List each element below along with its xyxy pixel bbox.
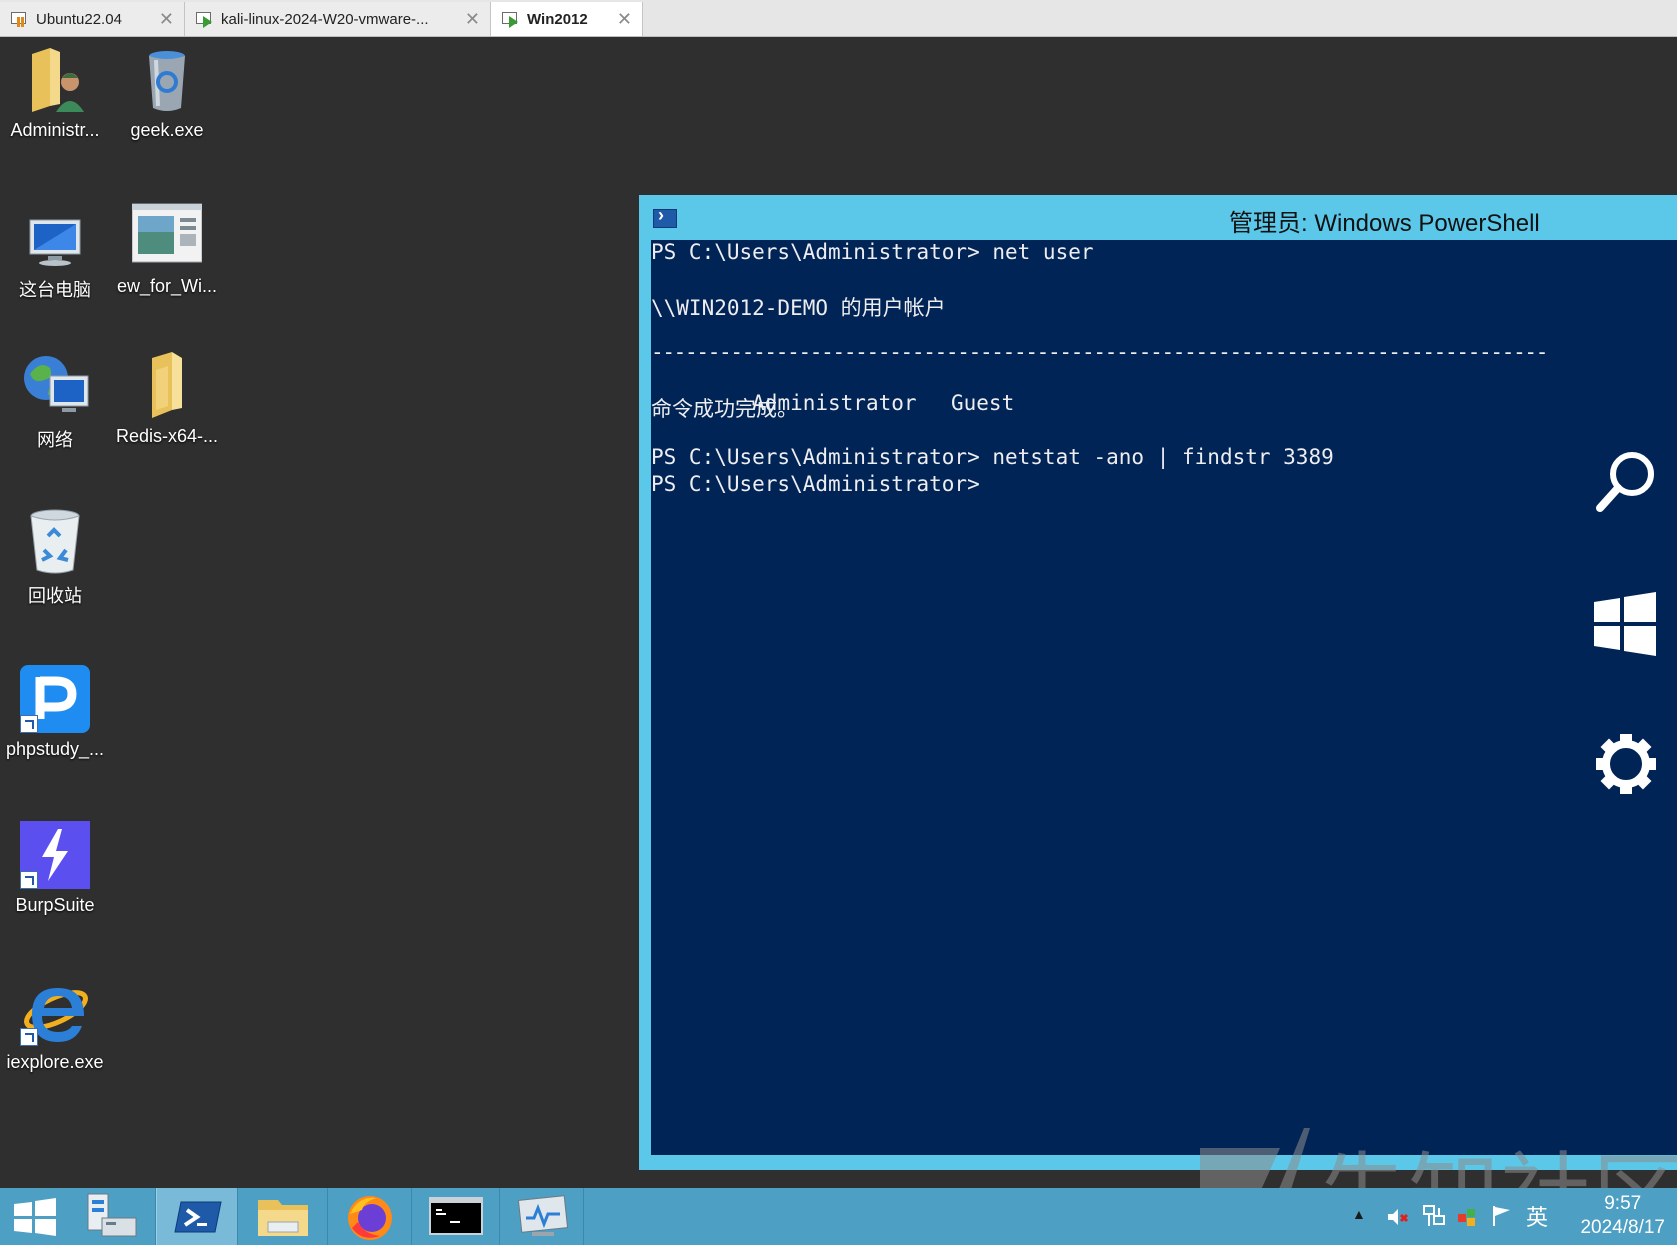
file-explorer-icon [258,1200,308,1236]
windows-start-icon [1594,592,1656,656]
vm-tab-ubuntu[interactable]: Ubuntu22.04 ✕ [0,2,185,36]
command-prompt-icon [429,1197,483,1235]
desktop-icon-label: Redis-x64-... [115,426,219,446]
vm-tab-label: Win2012 [527,10,588,28]
vm-tab-kali[interactable]: kali-linux-2024-W20-vmware-... ✕ [185,2,491,36]
clock-time: 9:57 [1604,1193,1642,1214]
close-icon[interactable]: ✕ [159,9,174,30]
desktop-icon-recycle-bin[interactable]: 回收站 [0,506,110,608]
taskbar-clock[interactable]: 9:57 2024/8/17 [1580,1192,1665,1240]
console-line: ----------------------------------------… [651,340,1548,364]
console-line: 命令成功完成。 [651,397,798,421]
desktop-icon-label: 这台电脑 [19,280,91,300]
console-line: PS C:\Users\Administrator> net user [651,240,1094,264]
shortcut-arrow-icon [20,1028,38,1046]
desktop-icon-label: phpstudy_... [5,739,105,759]
vm-tab-strip: Ubuntu22.04 ✕ kali-linux-2024-W20-vmware… [0,0,1677,37]
taskbar-server-manager[interactable] [74,1188,156,1245]
settings-gear-icon [1596,734,1656,794]
shortcut-arrow-icon [20,871,38,889]
volume-muted-icon[interactable] [1386,1206,1410,1228]
window-file-icon [131,200,203,270]
taskbar-performance-monitor[interactable] [500,1188,584,1245]
desktop-icon-label: Administr... [10,120,100,140]
desktop-icon-this-pc[interactable]: 这台电脑 [0,200,110,302]
desktop-icon-label: iexplore.exe [6,1052,104,1072]
server-manager-icon [87,1193,137,1237]
network-status-icon[interactable] [1422,1204,1446,1228]
taskbar-cmd[interactable] [412,1188,500,1245]
shortcut-arrow-icon [20,715,38,733]
charm-search[interactable] [1590,446,1662,518]
vm-tab-win2012[interactable]: Win2012 ✕ [491,2,643,36]
console-line: PS C:\Users\Administrator> [651,472,980,496]
recycle-bin-icon [20,506,90,576]
desktop-icon-label: BurpSuite [15,895,95,915]
clock-date: 2024/8/17 [1580,1217,1665,1238]
user-account-name: Guest [951,391,1015,415]
vm-paused-icon [10,10,30,28]
vm-running-icon [501,10,521,28]
desktop-icon-administrator[interactable]: Administr... [0,44,110,141]
screen: Ubuntu22.04 ✕ kali-linux-2024-W20-vmware… [0,0,1677,1245]
desktop-icon-label: 回收站 [28,586,82,606]
internet-explorer-icon [20,976,90,1046]
vm-tab-label: kali-linux-2024-W20-vmware-... [221,10,429,28]
performance-monitor-icon [517,1195,569,1236]
network-icon [20,350,90,420]
desktop-icon-network[interactable]: 网络 [0,350,110,452]
start-button[interactable] [0,1188,70,1245]
desktop-icon-iexplore[interactable]: iexplore.exe [0,976,110,1073]
console-line: PS C:\Users\Administrator> netstat -ano … [651,445,1334,469]
windows-logo-icon [14,1198,56,1236]
powershell-icon [653,205,677,228]
powershell-icon [174,1201,222,1233]
geek-uninstaller-icon [132,44,202,114]
charm-start[interactable] [1590,588,1662,660]
taskbar-file-explorer[interactable] [238,1188,328,1245]
taskbar-powershell[interactable] [156,1188,238,1245]
user-folder-icon [20,44,90,114]
desktop-icon-label: 网络 [37,430,73,450]
desktop-icon-label: ew_for_Wi... [116,276,218,296]
powershell-window[interactable]: 管理员: Windows PowerShell PS C:\Users\Admi… [639,195,1677,1170]
vm-tab-label: Ubuntu22.04 [36,10,122,28]
computer-icon [20,200,90,270]
powershell-console[interactable]: PS C:\Users\Administrator> net user \\WI… [651,240,1677,1155]
search-icon [1596,452,1654,512]
close-icon[interactable]: ✕ [465,9,480,30]
desktop-icon-label: geek.exe [130,120,204,140]
ime-indicator[interactable]: 英 [1526,1200,1548,1232]
desktop-icon-burpsuite[interactable]: BurpSuite [0,819,110,916]
console-line: \\WIN2012-DEMO 的用户帐户 [651,296,946,320]
phpstudy-icon [20,663,90,733]
burpsuite-icon [20,819,90,889]
desktop-icon-ew[interactable]: ew_for_Wi... [112,200,222,297]
desktop-icon-redis[interactable]: Redis-x64-... [112,350,222,447]
powershell-titlebar[interactable]: 管理员: Windows PowerShell [639,195,1677,240]
window-title: 管理员: Windows PowerShell [1229,210,1540,237]
taskbar-firefox[interactable] [328,1188,412,1245]
close-icon[interactable]: ✕ [617,9,632,30]
firefox-icon [348,1196,392,1240]
desktop-icon-geek[interactable]: geek.exe [112,44,222,141]
desktop-icon-phpstudy[interactable]: phpstudy_... [0,663,110,760]
vm-running-icon [195,10,215,28]
folder-icon [132,350,202,420]
security-flag-icon[interactable] [1456,1206,1478,1228]
action-center-flag-icon[interactable] [1490,1204,1514,1228]
show-hidden-icons-icon[interactable]: ▲ [1352,1206,1366,1222]
charm-settings[interactable] [1590,728,1662,800]
